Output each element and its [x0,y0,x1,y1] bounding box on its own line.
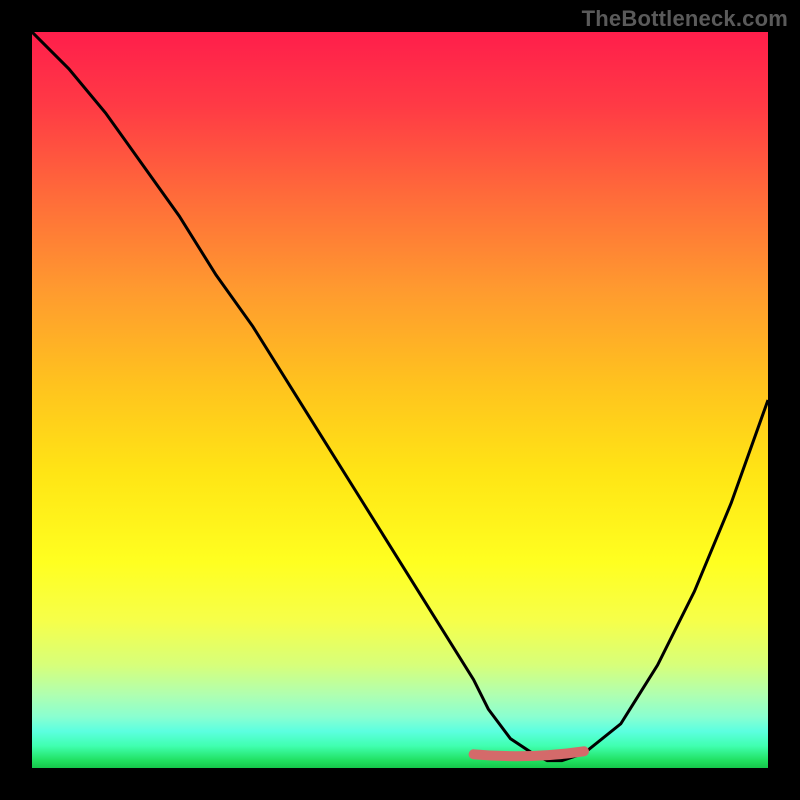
plot-area [32,32,768,768]
optimal-band [474,751,584,756]
bottleneck-curve [32,32,768,761]
curve-layer [32,32,768,768]
chart-frame: TheBottleneck.com [0,0,800,800]
watermark-text: TheBottleneck.com [582,6,788,32]
